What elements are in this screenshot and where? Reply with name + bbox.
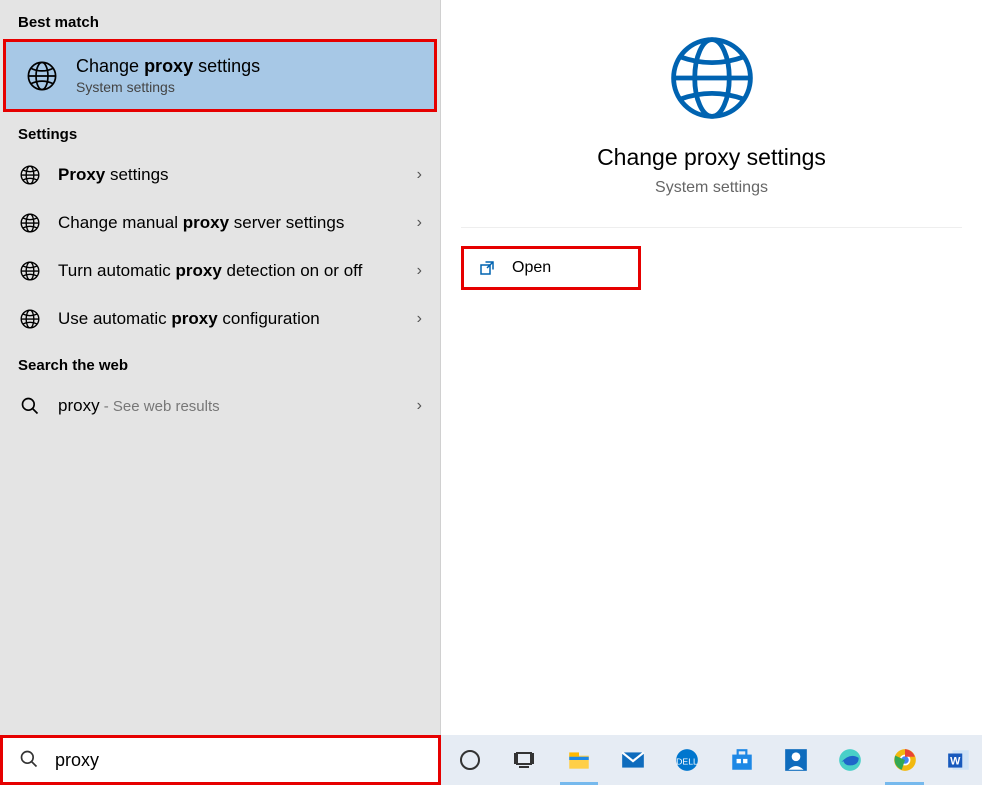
chrome-icon[interactable] xyxy=(881,735,927,785)
file-explorer-icon[interactable] xyxy=(556,735,602,785)
cortana-icon[interactable] xyxy=(447,735,493,785)
preview-panel: Change proxy settings System settings Op… xyxy=(441,0,982,735)
chevron-right-icon: › xyxy=(417,214,422,232)
best-match-title-post: settings xyxy=(193,56,260,76)
search-input[interactable] xyxy=(55,750,422,771)
preview-card: Change proxy settings System settings xyxy=(461,0,962,228)
settings-item-auto-detection[interactable]: Turn automatic proxy detection on or off… xyxy=(0,247,440,295)
svg-text:W: W xyxy=(950,755,961,767)
globe-icon xyxy=(24,58,60,94)
preview-sub: System settings xyxy=(461,179,962,197)
globe-icon xyxy=(664,30,760,126)
svg-text:DELL: DELL xyxy=(677,756,699,766)
best-match-title-bold: proxy xyxy=(144,56,193,76)
chevron-right-icon: › xyxy=(417,262,422,280)
globe-icon xyxy=(18,163,42,187)
web-result-item[interactable]: proxy - See web results › xyxy=(0,382,440,430)
settings-item-manual-proxy[interactable]: Change manual proxy server settings › xyxy=(0,199,440,247)
section-header-best-match: Best match xyxy=(0,0,440,39)
globe-icon xyxy=(18,259,42,283)
open-icon xyxy=(478,259,496,277)
section-header-web: Search the web xyxy=(0,343,440,382)
store-icon[interactable] xyxy=(718,735,764,785)
search-results-panel: Best match Change proxy settings System … xyxy=(0,0,441,735)
chevron-right-icon: › xyxy=(417,397,422,415)
chevron-right-icon: › xyxy=(417,310,422,328)
best-match-title-pre: Change xyxy=(76,56,144,76)
word-icon[interactable]: W xyxy=(936,735,982,785)
search-box[interactable] xyxy=(0,735,441,785)
search-icon xyxy=(18,394,42,418)
best-match-sub: System settings xyxy=(76,79,260,95)
edge-icon[interactable] xyxy=(827,735,873,785)
open-label: Open xyxy=(512,259,551,277)
task-view-icon[interactable] xyxy=(501,735,547,785)
dell-icon[interactable]: DELL xyxy=(664,735,710,785)
best-match-item[interactable]: Change proxy settings System settings xyxy=(3,39,437,112)
globe-icon xyxy=(18,211,42,235)
best-match-text: Change proxy settings System settings xyxy=(76,56,260,95)
section-header-settings: Settings xyxy=(0,112,440,151)
open-button[interactable]: Open xyxy=(461,246,641,290)
settings-item-proxy-settings[interactable]: Proxy settings › xyxy=(0,151,440,199)
taskbar: DELL W xyxy=(441,735,982,785)
people-icon[interactable] xyxy=(773,735,819,785)
mail-icon[interactable] xyxy=(610,735,656,785)
chevron-right-icon: › xyxy=(417,166,422,184)
search-icon xyxy=(19,749,41,771)
settings-item-auto-config[interactable]: Use automatic proxy configuration › xyxy=(0,295,440,343)
globe-icon xyxy=(18,307,42,331)
preview-title: Change proxy settings xyxy=(461,144,962,171)
